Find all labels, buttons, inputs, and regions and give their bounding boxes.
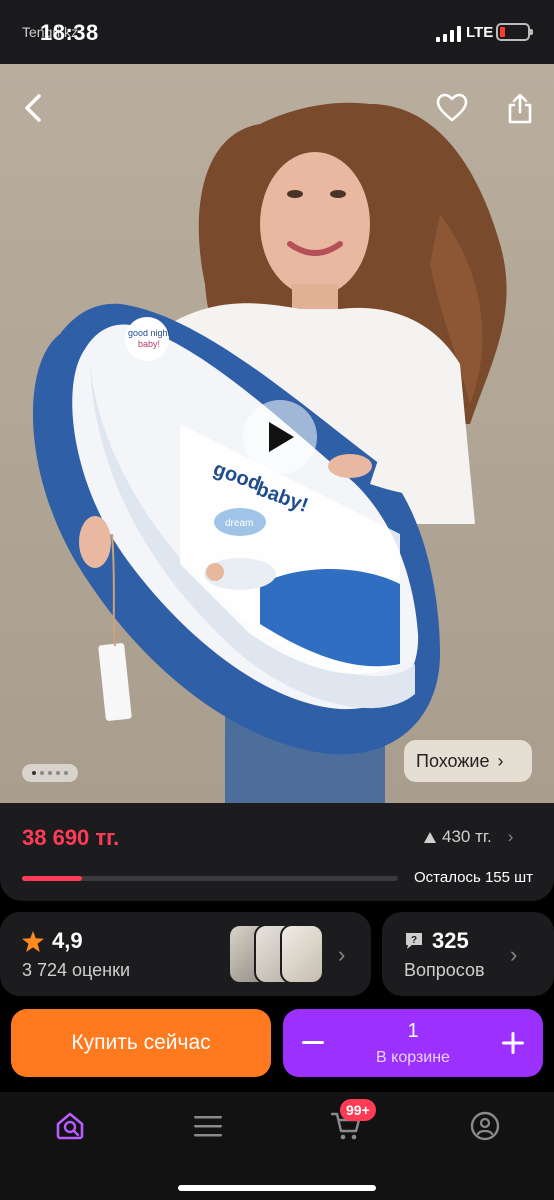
carousel-dot [48,771,52,775]
cart-quantity-control: 1 В корзине [283,1009,543,1077]
triangle-up-icon [424,831,436,843]
similar-label: Похожие [416,750,490,771]
chevron-right-icon: › [338,942,346,967]
carousel-indicator [22,764,78,782]
catalog-icon [194,1116,222,1137]
cart-badge: 99+ [340,1099,376,1121]
questions-label: Вопросов [404,960,485,980]
share-button[interactable] [500,88,540,128]
stock-progress-bar [22,876,398,881]
back-button[interactable] [14,88,54,128]
stock-remaining: Осталось 155 шт [414,869,534,886]
svg-text:good night: good night [128,328,171,338]
increase-quantity-button[interactable] [483,1009,543,1077]
carousel-dot [56,771,60,775]
play-video-button[interactable] [243,400,317,474]
decrease-quantity-button[interactable] [283,1009,343,1077]
rating-card[interactable]: 4,9 3 724 оценки › [0,912,371,996]
carousel-dot [32,771,36,775]
chevron-right-icon: › [510,942,518,967]
similar-button[interactable]: Похожие › [404,740,532,782]
profile-icon [470,1111,500,1141]
review-photos[interactable] [228,924,328,984]
review-thumbnail [280,924,324,984]
status-bar: Tengri kz 18:38 LTE [0,0,554,64]
price-card: 38 690 тг. 430 тг. › Осталось 155 шт [0,803,554,901]
questions-card[interactable]: ? 325 Вопросов › [382,912,554,996]
signal-icon [436,26,461,42]
chevron-right-icon: › [507,827,514,846]
questions-count: 325 [432,928,469,953]
home-search-icon [56,1112,84,1140]
rating-value: 4,9 [52,928,83,953]
price-drop-link[interactable]: 430 тг. › [424,827,513,847]
price-drop-value: 430 тг. [442,827,492,846]
carousel-dot [64,771,68,775]
chevron-left-icon [25,94,41,122]
product-gallery[interactable]: good night baby! good baby! dream Похожи… [0,64,554,803]
minus-icon [302,1041,324,1044]
nav-home[interactable] [50,1106,90,1146]
nav-profile[interactable] [465,1106,505,1146]
bottom-navigation [0,1092,554,1200]
current-price: 38 690 тг. [22,825,120,850]
battery-icon [496,23,533,41]
favorite-button[interactable] [432,88,472,128]
rating-count: 3 724 оценки [22,960,131,980]
chevron-right-icon: › [497,750,504,771]
home-indicator [178,1185,376,1191]
play-icon [269,422,294,452]
plus-icon [502,1032,524,1054]
svg-text:dream: dream [225,518,253,529]
svg-text:baby!: baby! [138,339,160,349]
heart-icon [436,93,468,122]
share-icon [508,93,532,124]
buy-now-button[interactable]: Купить сейчас [11,1009,271,1077]
star-icon [22,930,44,952]
status-time: 18:38 [40,20,99,45]
network-label: LTE [466,24,494,41]
nav-catalog[interactable] [188,1106,228,1146]
svg-text:?: ? [411,935,417,946]
question-bubble-icon: ? [406,933,422,949]
carousel-dot [40,771,44,775]
